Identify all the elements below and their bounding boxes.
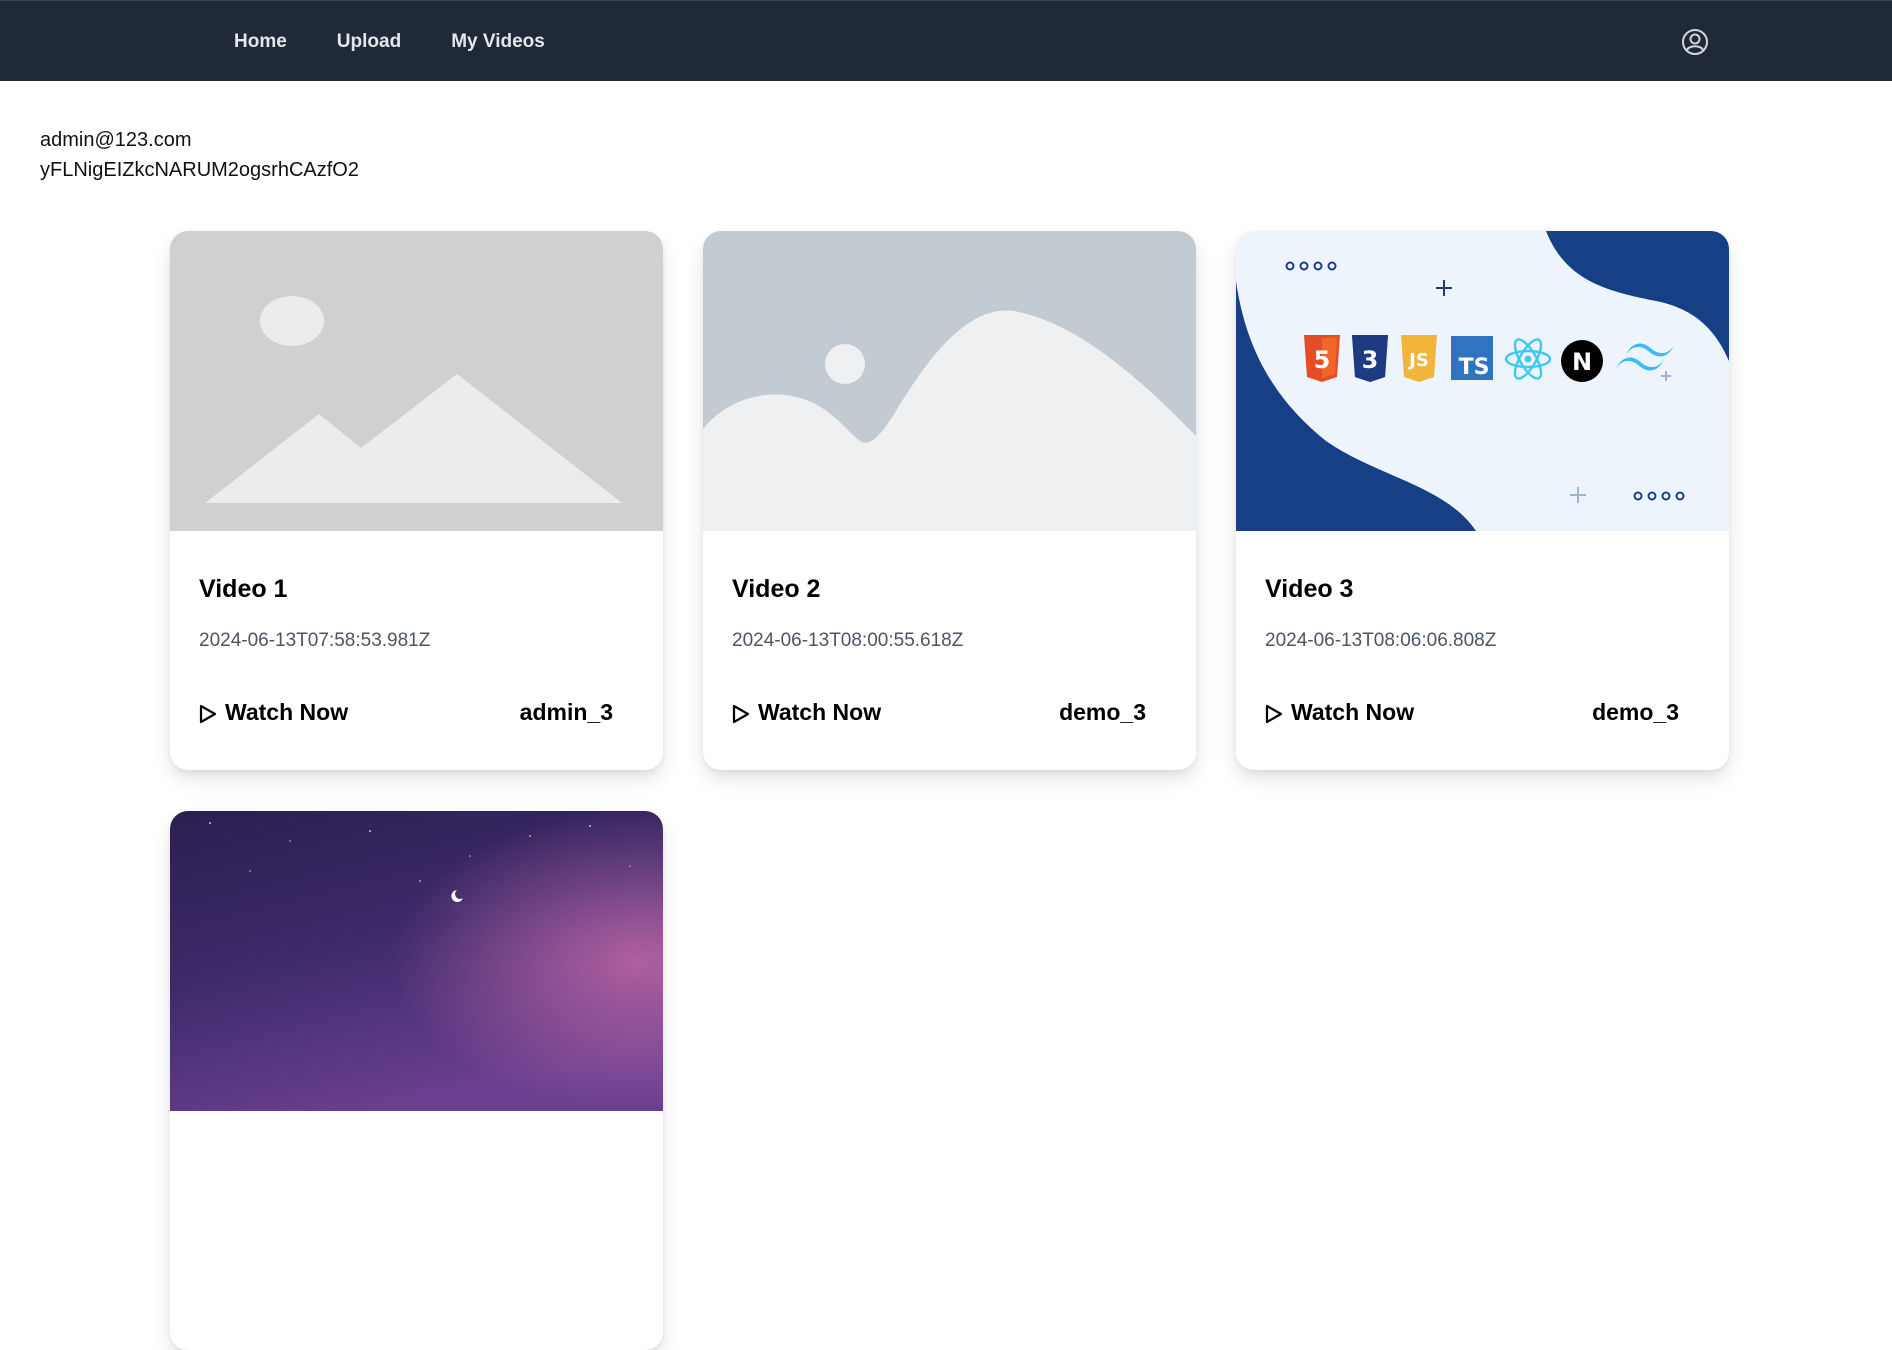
video-card[interactable]: Video 2 2024-06-13T08:00:55.618Z Watch N… [703, 231, 1196, 770]
watch-now-label: Watch Now [225, 699, 349, 725]
video-owner: demo_3 [1059, 699, 1146, 725]
video-card[interactable] [170, 811, 663, 1350]
user-email: admin@123.com [40, 129, 192, 151]
video-title: Video 2 [732, 575, 821, 603]
svg-text:JS: JS [1407, 350, 1429, 371]
watch-now-label: Watch Now [1291, 699, 1415, 725]
video-title: Video 3 [1265, 575, 1354, 603]
video-date: 2024-06-13T08:00:55.618Z [732, 630, 964, 651]
nextjs-logo-icon: N [1561, 340, 1603, 382]
watch-now-button[interactable]: Watch Now [199, 699, 348, 726]
user-uid: yFLNigEIZkcNARUM2ogsrhCAzfO2 [40, 159, 359, 181]
video-date: 2024-06-13T07:58:53.981Z [199, 630, 431, 651]
svg-text:N: N [1572, 348, 1592, 376]
video-owner: demo_3 [1592, 699, 1679, 725]
video-card[interactable]: 5 3 JS TS N Video 3 2024-06-13T08:06:06.… [1236, 231, 1729, 770]
play-icon [199, 703, 217, 723]
css3-logo-icon: 3 [1352, 335, 1388, 382]
top-navbar: Home Upload My Videos [0, 0, 1892, 81]
placeholder-hills-icon [703, 231, 1196, 531]
watch-now-label: Watch Now [758, 699, 882, 725]
nav-my-videos-link[interactable]: My Videos [439, 23, 557, 61]
user-profile-icon[interactable] [1681, 28, 1709, 56]
svg-text:5: 5 [1314, 346, 1331, 374]
video-title: Video 1 [199, 575, 288, 603]
html5-logo-icon: 5 [1304, 335, 1340, 382]
nav-links: Home Upload My Videos [222, 1, 583, 82]
placeholder-mountains-icon [170, 231, 663, 531]
play-icon [732, 703, 750, 723]
night-sky-image [170, 811, 663, 1111]
play-icon [1265, 703, 1283, 723]
web-tech-logos-banner: 5 3 JS TS N [1236, 231, 1729, 531]
svg-text:TS: TS [1459, 355, 1490, 380]
video-card[interactable]: Video 1 2024-06-13T07:58:53.981Z Watch N… [170, 231, 663, 770]
watch-now-button[interactable]: Watch Now [732, 699, 881, 726]
javascript-logo-icon: JS [1401, 335, 1437, 382]
nav-upload-link[interactable]: Upload [325, 23, 413, 61]
user-info: admin@123.com yFLNigEIZkcNARUM2ogsrhCAzf… [40, 125, 359, 185]
svg-text:3: 3 [1362, 346, 1379, 374]
nav-home-link[interactable]: Home [222, 23, 299, 61]
video-owner: admin_3 [519, 699, 613, 725]
watch-now-button[interactable]: Watch Now [1265, 699, 1414, 726]
video-date: 2024-06-13T08:06:06.808Z [1265, 630, 1497, 651]
typescript-logo-icon: TS [1451, 336, 1493, 380]
